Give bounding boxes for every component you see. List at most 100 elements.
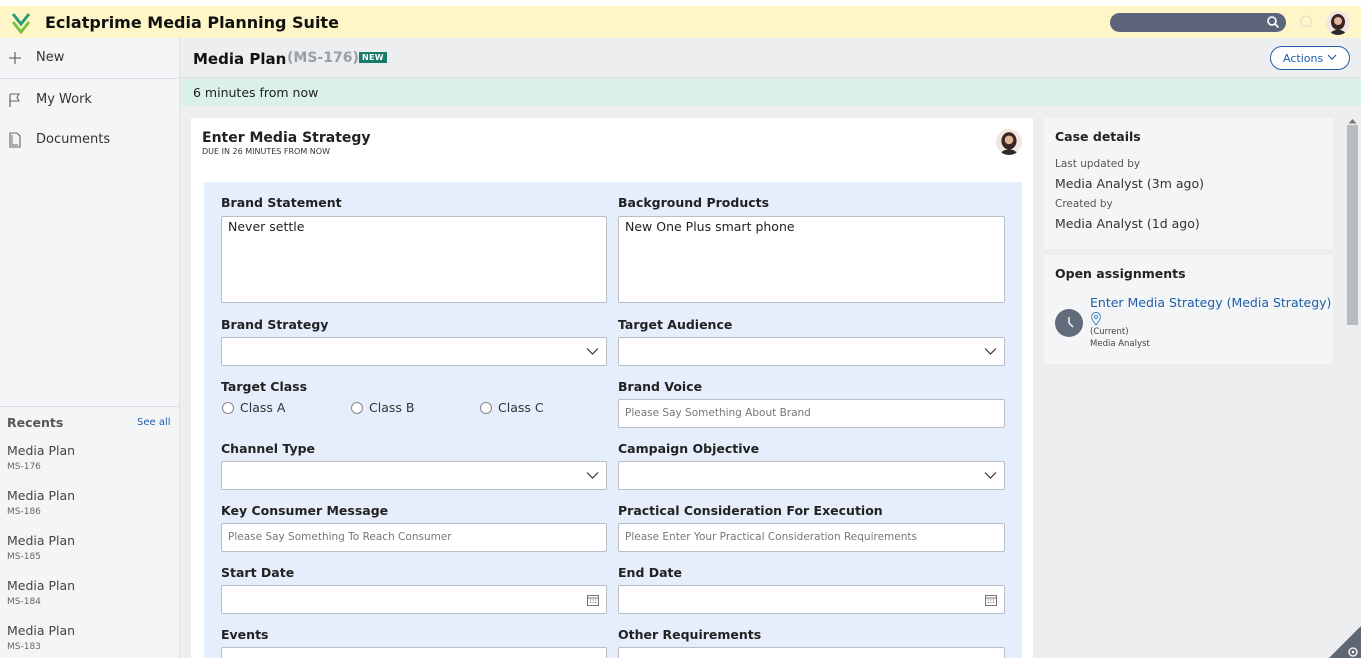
calendar-icon[interactable] [587,594,599,606]
target-audience-label: Target Audience [618,317,733,332]
recent-item-id: MS-176 [7,462,41,472]
brand-voice-input[interactable]: Please Say Something About Brand [618,399,1005,428]
radio-button[interactable] [351,402,363,414]
chevron-down-icon [586,348,599,355]
key-consumer-message-input[interactable]: Please Say Something To Reach Consumer [221,523,607,552]
campaign-objective-select[interactable] [618,461,1005,490]
recent-item[interactable]: Media Plan MS-184 [7,578,172,618]
recent-item-title: Media Plan [7,533,76,548]
end-date-label: End Date [618,565,683,580]
recent-item-title: Media Plan [7,578,76,593]
search-input[interactable] [1110,13,1286,32]
assignee-avatar[interactable] [996,129,1022,155]
recent-item-title: Media Plan [7,443,76,458]
chevron-down-icon [1327,54,1337,60]
background-products-label: Background Products [618,195,770,210]
campaign-objective-label: Campaign Objective [618,441,760,456]
case-id: (MS-176) [287,50,359,66]
actions-button[interactable]: Actions [1270,46,1350,70]
page-title: Media Plan [193,50,287,68]
created-by-value: Media Analyst (1d ago) [1055,216,1200,231]
status-badge: NEW [359,52,387,63]
recent-item-id: MS-186 [7,507,41,517]
brand-strategy-label: Brand Strategy [221,317,329,332]
recent-item[interactable]: Media Plan MS-183 [7,623,172,658]
background-products-field[interactable]: New One Plus smart phone [618,216,1005,303]
nav-new-label: New [36,50,65,65]
nav-new[interactable]: New [0,38,179,78]
scrollbar-thumb[interactable] [1347,125,1358,325]
actions-label: Actions [1283,51,1324,65]
urgency-banner: 6 minutes from now [181,79,1361,106]
nav-documents[interactable]: Documents [0,120,179,160]
clock-icon [1055,309,1083,337]
last-updated-value: Media Analyst (3m ago) [1055,176,1205,191]
recent-item-id: MS-184 [7,597,41,607]
task-title: Enter Media Strategy [202,130,371,146]
scroll-up-arrow-icon[interactable] [1348,118,1357,124]
brand-statement-label: Brand Statement [221,195,342,210]
chevron-down-icon [984,348,997,355]
radio-button[interactable] [222,402,234,414]
nav-my-work[interactable]: My Work [0,80,179,120]
recent-item[interactable]: Media Plan MS-186 [7,488,172,528]
created-by-label: Created by [1055,198,1113,210]
open-assignments-title: Open assignments [1055,266,1186,281]
chevron-down-icon [984,472,997,479]
recent-item[interactable]: Media Plan MS-185 [7,533,172,573]
banner-text: 6 minutes from now [193,85,319,100]
recent-item[interactable]: Media Plan MS-176 [7,443,172,483]
recent-item-title: Media Plan [7,488,76,503]
user-avatar[interactable] [1326,11,1350,35]
chevron-down-icon [586,472,599,479]
end-date-input[interactable] [618,585,1005,614]
page-scrollbar[interactable] [1344,118,1361,658]
see-all-link[interactable]: See all [137,417,171,428]
nav-my-work-label: My Work [36,92,92,107]
app-title: Eclatprime Media Planning Suite [45,13,339,32]
target-audience-select[interactable] [618,337,1005,366]
media-strategy-form: Brand Statement Never settle Background … [204,182,1022,658]
practical-consideration-label: Practical Consideration For Execution [618,503,883,518]
other-requirements-field[interactable] [618,647,1005,658]
channel-type-label: Channel Type [221,441,316,456]
case-details-title: Case details [1055,129,1141,144]
nav-divider [0,78,179,79]
events-label: Events [221,627,269,642]
case-sidebar: Case details Last updated by Media Analy… [1044,118,1333,658]
open-assignments-panel: Open assignments Enter Media Strategy (M… [1044,255,1333,364]
calendar-icon[interactable] [985,594,997,606]
location-pin-icon[interactable] [1090,312,1102,326]
practical-consideration-input[interactable]: Please Enter Your Practical Consideratio… [618,523,1005,552]
assignment-card: Enter Media Strategy DUE IN 26 MINUTES F… [191,118,1033,658]
flag-icon [9,93,20,107]
bell-icon[interactable] [1298,13,1314,31]
recents-divider [0,406,179,407]
radio-label: Class A [240,400,286,415]
start-date-label: Start Date [221,565,295,580]
document-icon [9,132,21,148]
recent-item-id: MS-183 [7,642,41,652]
left-navigation: New My Work Documents Recents See all Me… [0,38,180,658]
nav-documents-label: Documents [36,132,111,147]
assignment-link[interactable]: Enter Media Strategy (Media Strategy) [1090,295,1331,310]
assignment-assignee: Media Analyst [1090,339,1150,349]
recent-item-title: Media Plan [7,623,76,638]
top-bar: Eclatprime Media Planning Suite [0,0,1361,38]
last-updated-label: Last updated by [1055,158,1141,170]
events-field[interactable] [221,647,607,658]
assignment-status: (Current) [1090,327,1129,337]
other-requirements-label: Other Requirements [618,627,762,642]
start-date-input[interactable] [221,585,607,614]
search-icon[interactable] [1266,15,1280,29]
case-details-panel: Case details Last updated by Media Analy… [1044,118,1333,249]
brand-statement-field[interactable]: Never settle [221,216,607,303]
settings-corner-icon[interactable] [1329,626,1361,658]
channel-type-select[interactable] [221,461,607,490]
brand-strategy-select[interactable] [221,337,607,366]
radio-label: Class C [498,400,544,415]
key-consumer-message-label: Key Consumer Message [221,503,389,518]
logo-icon[interactable] [8,10,34,36]
radio-label: Class B [369,400,415,415]
radio-button[interactable] [480,402,492,414]
